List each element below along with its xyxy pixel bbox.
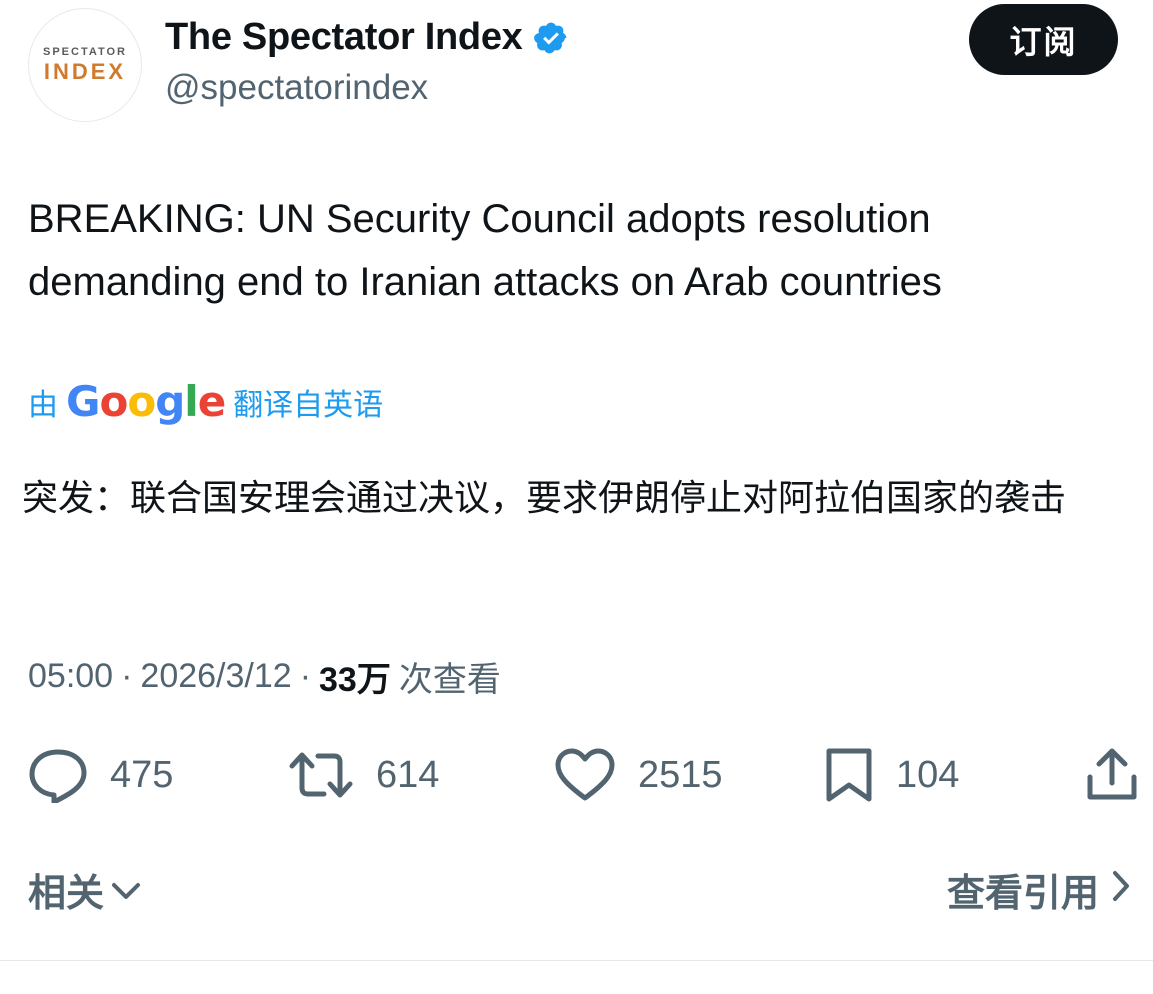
reply-icon	[28, 747, 88, 803]
share-icon	[1086, 747, 1138, 803]
view-quotes-label: 查看引用	[946, 871, 1099, 915]
bookmark-button[interactable]: 104	[824, 745, 959, 805]
author-name-row[interactable]: The Spectator Index	[165, 16, 569, 59]
like-count: 2515	[638, 753, 723, 796]
verified-badge-icon	[533, 20, 569, 56]
tweet-text: BREAKING: UN Security Council adopts res…	[28, 197, 942, 304]
avatar-logo-bottom: INDEX	[43, 58, 127, 84]
meta-separator: ·	[121, 657, 133, 695]
avatar-logo-top: SPECTATOR	[42, 45, 127, 58]
reply-button[interactable]: 475	[28, 745, 173, 805]
author-avatar[interactable]: SPECTATOR INDEX	[28, 8, 142, 122]
related-toggle[interactable]: 相关	[28, 862, 142, 917]
author-display-name[interactable]: The Spectator Index	[165, 16, 523, 59]
chevron-down-icon	[110, 868, 142, 912]
views-label: 次查看	[398, 661, 501, 699]
divider	[0, 960, 1153, 961]
like-button[interactable]: 2515	[554, 745, 723, 805]
author-handle[interactable]: @spectatorindex	[165, 68, 428, 108]
translation-prefix: 由	[28, 389, 58, 422]
bookmark-count: 104	[896, 753, 960, 796]
tweet-detail-page: SPECTATOR INDEX The Spectator Index @spe…	[0, 0, 1153, 994]
views-count: 33万	[319, 661, 391, 699]
tweet-meta: 05:00 · 2026/3/12 · 33万 次查看	[28, 652, 501, 701]
tweet-time[interactable]: 05:00	[28, 657, 113, 696]
retweet-icon	[288, 750, 354, 800]
retweet-button[interactable]: 614	[288, 745, 439, 805]
meta-separator: ·	[299, 657, 312, 695]
bookmark-icon	[824, 747, 874, 803]
translated-text: 突发：联合国安理会通过决议，要求伊朗停止对阿拉伯国家的袭击	[22, 478, 1067, 519]
translated-by-google[interactable]: 由 Google 翻译自英语	[28, 380, 383, 424]
google-logo: Google	[66, 377, 226, 426]
subscribe-button[interactable]: 订阅	[969, 4, 1118, 75]
reply-count: 475	[110, 753, 174, 796]
heart-icon	[554, 748, 616, 802]
tweet-date[interactable]: 2026/3/12	[140, 657, 291, 696]
translation-suffix: 翻译自英语	[233, 389, 384, 422]
view-quotes-link[interactable]: 查看引用	[947, 862, 1131, 917]
related-label: 相关	[28, 871, 105, 915]
retweet-count: 614	[376, 753, 440, 796]
chevron-right-icon	[1111, 868, 1131, 912]
share-button[interactable]	[1086, 745, 1138, 805]
